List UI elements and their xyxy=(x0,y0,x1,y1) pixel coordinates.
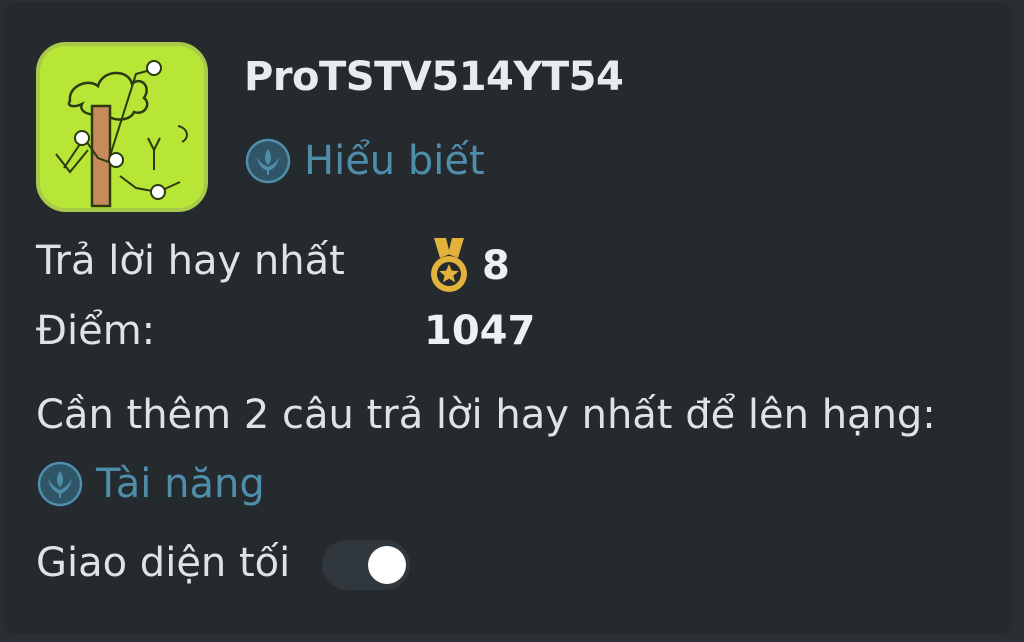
next-rank-label[interactable]: Tài năng xyxy=(96,461,265,507)
points-value: 1047 xyxy=(424,308,536,354)
dark-mode-toggle[interactable] xyxy=(322,540,410,590)
leaf-badge-icon xyxy=(36,460,84,508)
leaf-badge-icon xyxy=(244,137,292,185)
best-answers-stat: 8 xyxy=(424,236,510,296)
user-profile-card: ProTSTV514YT54 Hiểu biết Trả lời hay nhấ… xyxy=(4,2,1012,634)
next-rank: Tài năng xyxy=(36,456,265,512)
rank-progress-message: Cần thêm 2 câu trả lời hay nhất để lên h… xyxy=(36,392,936,438)
medal-icon xyxy=(424,236,474,296)
username[interactable]: ProTSTV514YT54 xyxy=(244,54,624,100)
best-answers-label: Trả lời hay nhất xyxy=(36,238,345,284)
points-label: Điểm: xyxy=(36,308,156,354)
dark-mode-label: Giao diện tối xyxy=(36,540,291,586)
best-answers-count: 8 xyxy=(482,243,510,289)
avatar[interactable] xyxy=(36,42,208,212)
toggle-knob xyxy=(368,546,406,584)
rank-label[interactable]: Hiểu biết xyxy=(304,138,485,184)
user-rank: Hiểu biết xyxy=(244,136,485,186)
